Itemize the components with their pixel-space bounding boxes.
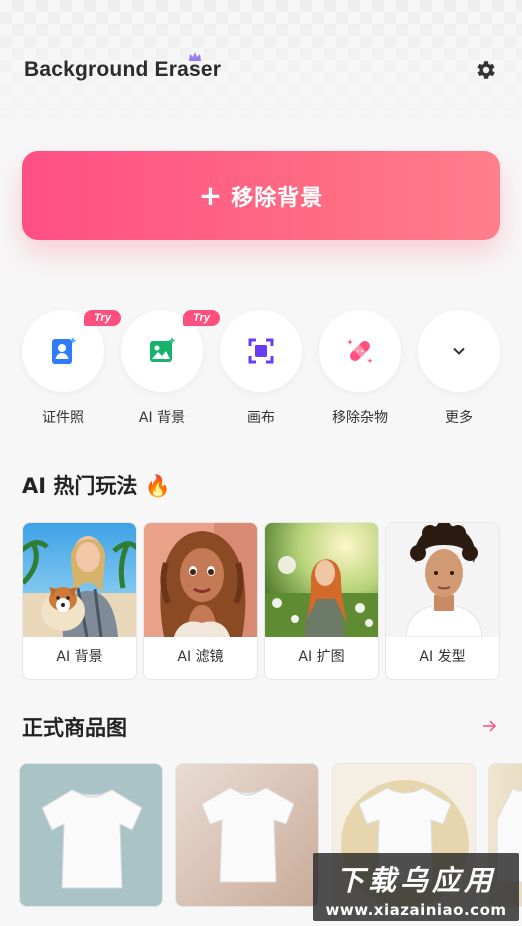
try-badge: Try [84, 310, 121, 326]
chevron-down-icon [453, 347, 465, 355]
tool-label: 证件照 [42, 410, 84, 426]
ai-expand-thumbnail [265, 523, 378, 637]
app-header: Background Eraser [24, 52, 498, 92]
tool-row: Try 证件照 Try AI 背景 画布 移除杂物 更多 [22, 310, 502, 430]
ai-background-icon [150, 337, 176, 362]
tool-id-photo[interactable]: Try 证件照 [22, 310, 121, 427]
crown-icon [189, 52, 201, 61]
id-photo-icon [52, 337, 77, 364]
ai-background-thumbnail [23, 523, 136, 637]
tool-label: AI 背景 [138, 410, 186, 426]
remove-background-button[interactable]: + 移除背景 [22, 151, 500, 240]
tool-remove-objects[interactable]: 移除杂物 [319, 310, 401, 427]
product-card-teal[interactable] [19, 763, 163, 907]
eraser-bandage-icon [347, 339, 373, 364]
ai-card-label: AI 背景 [56, 649, 103, 665]
watermark-url: www.xiazainiao.com [325, 901, 507, 919]
ai-card-hairstyle[interactable]: AI 发型 [385, 522, 500, 680]
ai-hairstyle-thumbnail [386, 523, 499, 637]
tool-label: 画布 [247, 410, 275, 426]
ai-section-title: AI 热门玩法 🔥 [22, 474, 171, 498]
ai-card-filter[interactable]: AI 滤镜 [143, 522, 258, 680]
ai-card-label: AI 滤镜 [177, 649, 224, 665]
product-card-beige[interactable] [175, 763, 319, 907]
tool-label: 移除杂物 [332, 410, 388, 426]
arrow-right-icon[interactable] [482, 719, 497, 733]
try-badge: Try [183, 310, 220, 326]
tool-label: 更多 [445, 410, 473, 426]
ai-card-label: AI 扩图 [298, 649, 345, 665]
plus-icon: + [198, 178, 224, 212]
tool-more[interactable]: 更多 [418, 310, 500, 427]
tshirt-thumbnail [201, 787, 295, 883]
tshirt-thumbnail [41, 789, 143, 889]
watermark-title: 下载乌应用 [335, 864, 496, 897]
ai-card-expand[interactable]: AI 扩图 [264, 522, 379, 680]
watermark-overlay: 下载乌应用 www.xiazainiao.com [313, 853, 519, 921]
remove-background-label: 移除背景 [231, 185, 324, 211]
tool-canvas[interactable]: 画布 [220, 310, 302, 427]
tool-ai-background[interactable]: Try AI 背景 [121, 310, 220, 427]
product-section-title: 正式商品图 [22, 716, 127, 740]
ai-filter-thumbnail [144, 523, 257, 637]
settings-gear-icon[interactable] [474, 58, 498, 82]
ai-card-row: AI 背景 AI 滤镜 AI 扩图 AI 发型 [22, 522, 500, 680]
ai-card-label: AI 发型 [419, 649, 466, 665]
canvas-crop-icon [248, 338, 274, 364]
ai-card-background[interactable]: AI 背景 [22, 522, 137, 680]
